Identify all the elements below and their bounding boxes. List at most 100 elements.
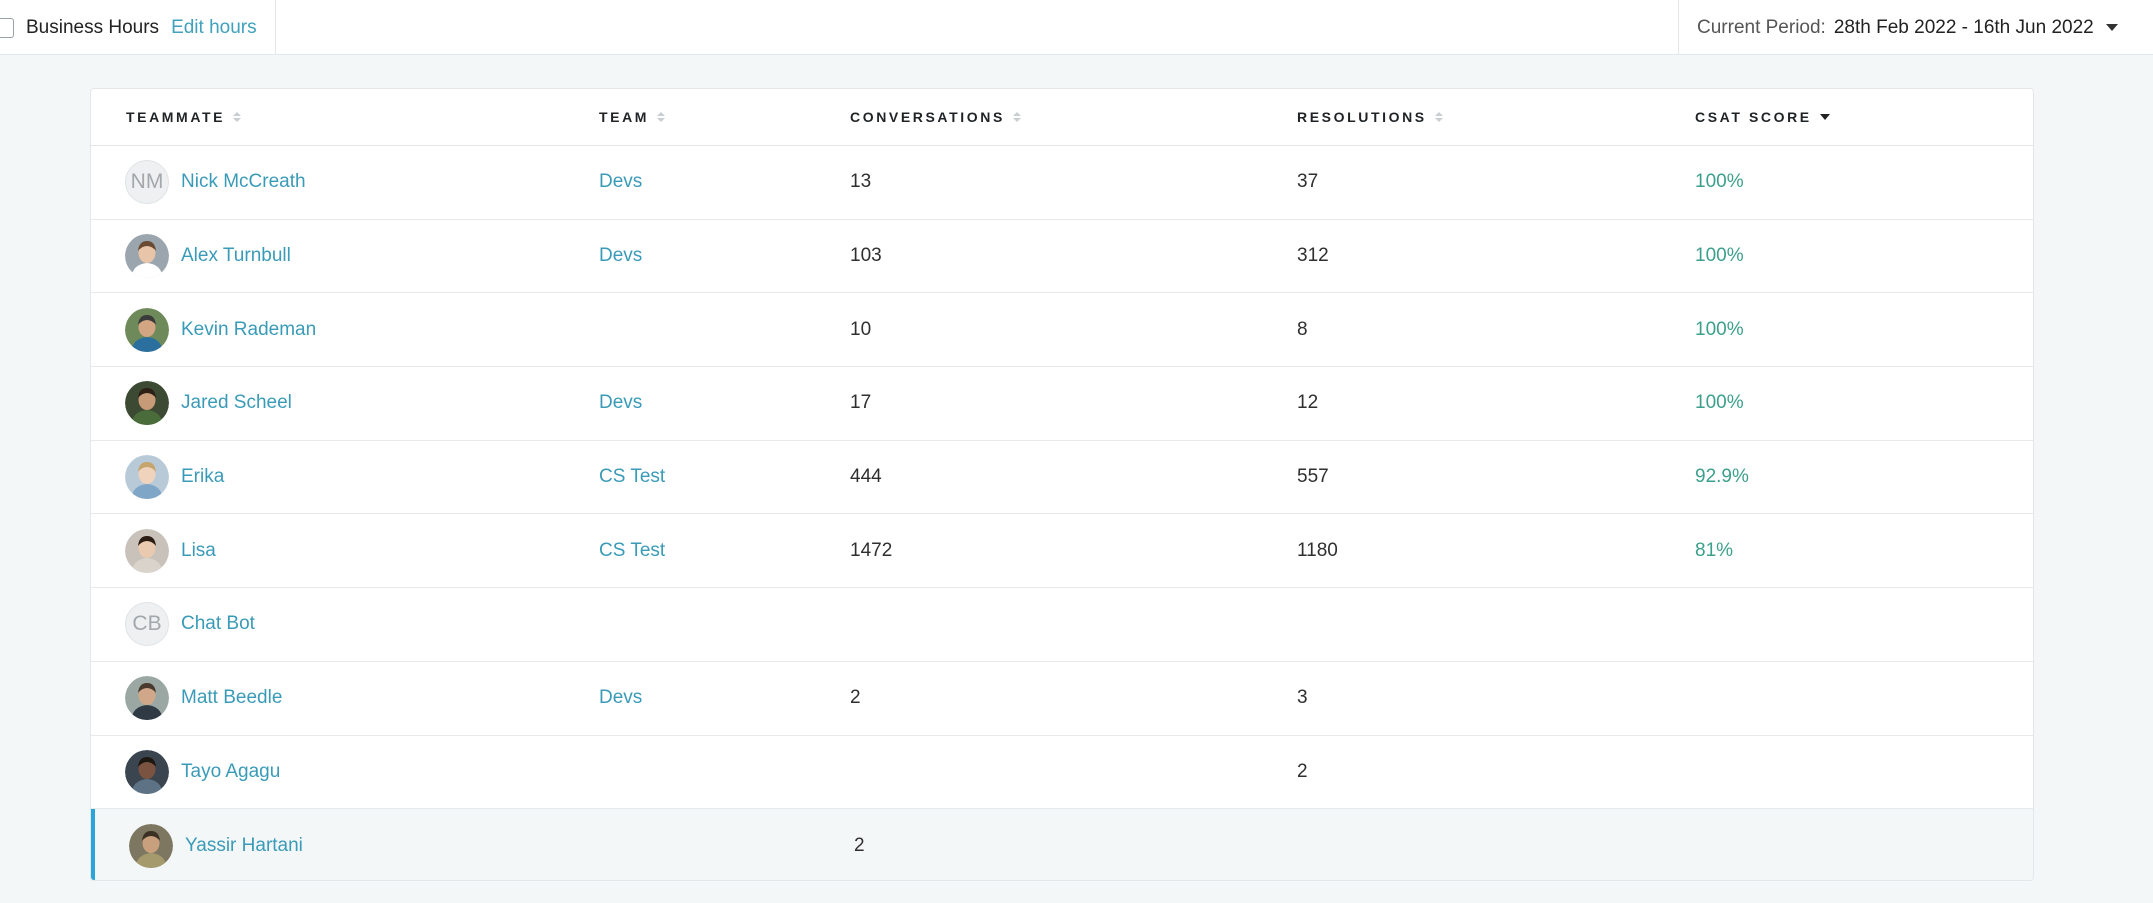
business-hours-label: Business Hours: [26, 16, 160, 38]
conversations-count: 2: [850, 687, 861, 709]
table-row[interactable]: Lisa CS Test 1472 1180 81%: [91, 514, 2033, 589]
column-header-label: TEAMMATE: [126, 109, 226, 125]
table-header: TEAMMATE TEAM CONVERSATIONS RESOLUTIONS …: [91, 89, 2033, 146]
column-header-label: CSAT SCORE: [1695, 109, 1812, 125]
teammates-table: TEAMMATE TEAM CONVERSATIONS RESOLUTIONS …: [90, 88, 2034, 881]
conversations-cell: 2: [850, 662, 861, 735]
resolutions-cell: 2: [1297, 736, 1308, 809]
column-header-team[interactable]: TEAM: [599, 89, 666, 145]
team-link[interactable]: Devs: [599, 392, 642, 414]
business-hours-filter: Business Hours Edit hours: [0, 0, 276, 55]
conversations-count: 10: [850, 318, 872, 340]
avatar-photo: [125, 381, 169, 426]
teammate-name[interactable]: Lisa: [181, 540, 216, 562]
conversations-count: 2: [854, 834, 865, 856]
conversations-count: 1472: [850, 539, 893, 561]
teammate-cell: Yassir Hartani: [129, 809, 303, 880]
table-row[interactable]: Matt Beedle Devs 2 3: [91, 662, 2033, 736]
sort-icon: [1434, 112, 1443, 122]
csat-cell: 100%: [1695, 367, 1744, 440]
table-row-selected[interactable]: Yassir Hartani 2: [91, 809, 2033, 880]
resolutions-count: 3: [1297, 687, 1308, 709]
column-header-label: RESOLUTIONS: [1297, 109, 1427, 125]
teammate-name[interactable]: Alex Turnbull: [181, 245, 291, 267]
teammate-name[interactable]: Jared Scheel: [181, 392, 292, 414]
teammate-name[interactable]: Tayo Agagu: [181, 761, 280, 783]
teammate-name[interactable]: Yassir Hartani: [185, 835, 303, 857]
avatar-photo: [125, 234, 169, 279]
csat-score: 92.9%: [1695, 466, 1749, 488]
teammate-cell: NM Nick McCreath: [125, 146, 306, 219]
csat-score: 100%: [1695, 171, 1744, 193]
csat-score: 81%: [1695, 539, 1734, 561]
table-row[interactable]: Jared Scheel Devs 17 12 100%: [91, 367, 2033, 441]
sort-icon: [233, 112, 242, 122]
period-selector[interactable]: Current Period: 28th Feb 2022 - 16th Jun…: [1678, 0, 2153, 55]
team-link[interactable]: CS Test: [599, 540, 665, 562]
csat-score: 100%: [1695, 245, 1744, 267]
avatar-photo: [125, 676, 169, 721]
conversations-count: 444: [850, 466, 882, 488]
avatar-initials: CB: [125, 602, 169, 647]
period-label: Current Period:: [1697, 16, 1826, 38]
resolutions-count: 557: [1297, 466, 1329, 488]
avatar-photo: [125, 749, 169, 794]
teammate-name[interactable]: Matt Beedle: [181, 687, 282, 709]
teammate-cell: Matt Beedle: [125, 662, 282, 735]
csat-cell: 81%: [1695, 514, 1733, 587]
period-value: 28th Feb 2022 - 16th Jun 2022: [1833, 16, 2094, 38]
resolutions-count: 37: [1297, 171, 1319, 193]
avatar-photo: [129, 823, 173, 868]
teammate-name[interactable]: Kevin Rademan: [181, 319, 316, 341]
teammate-cell: Jared Scheel: [125, 367, 292, 440]
team-link[interactable]: CS Test: [599, 466, 665, 488]
column-header-teammate[interactable]: TEAMMATE: [126, 89, 242, 145]
table-row[interactable]: CB Chat Bot: [91, 588, 2033, 662]
conversations-cell: 13: [850, 146, 871, 219]
resolutions-cell: 557: [1297, 441, 1329, 514]
team-cell: CS Test: [599, 441, 665, 514]
teammate-cell: Lisa: [125, 514, 216, 587]
team-cell: Devs: [599, 662, 642, 735]
teammate-cell: Alex Turnbull: [125, 220, 291, 293]
sort-icon: [657, 112, 666, 122]
column-header-conversations[interactable]: CONVERSATIONS: [850, 89, 1021, 145]
teammate-name[interactable]: Chat Bot: [181, 613, 255, 635]
csat-cell: 100%: [1695, 146, 1744, 219]
teammate-cell: Erika: [125, 441, 224, 514]
team-cell: Devs: [599, 367, 642, 440]
business-hours-checkbox[interactable]: [0, 17, 14, 38]
team-link[interactable]: Devs: [599, 171, 642, 193]
conversations-cell: 17: [850, 367, 871, 440]
resolutions-cell: 37: [1297, 146, 1318, 219]
team-cell: Devs: [599, 146, 642, 219]
table-row[interactable]: Erika CS Test 444 557 92.9%: [91, 441, 2033, 515]
resolutions-cell: 312: [1297, 220, 1329, 293]
conversations-count: 103: [850, 245, 882, 267]
teammate-cell: Kevin Rademan: [125, 293, 316, 366]
conversations-count: 17: [850, 392, 872, 414]
resolutions-count: 2: [1297, 760, 1308, 782]
edit-hours-link[interactable]: Edit hours: [171, 17, 257, 39]
table-row[interactable]: Kevin Rademan 10 8 100%: [91, 293, 2033, 368]
teammate-cell: CB Chat Bot: [125, 588, 255, 661]
table-row[interactable]: NM Nick McCreath Devs 13 37 100%: [91, 146, 2033, 220]
column-header-csat[interactable]: CSAT SCORE: [1695, 89, 1830, 145]
sort-icon: [1012, 112, 1021, 122]
team-link[interactable]: Devs: [599, 687, 642, 709]
table-row[interactable]: Alex Turnbull Devs 103 312 100%: [91, 220, 2033, 294]
csat-cell: 100%: [1695, 220, 1744, 293]
teammate-name[interactable]: Nick McCreath: [181, 171, 306, 193]
column-header-label: CONVERSATIONS: [850, 109, 1005, 125]
resolutions-count: 1180: [1297, 539, 1338, 561]
sort-desc-icon: [1819, 114, 1830, 120]
team-link[interactable]: Devs: [599, 245, 642, 267]
table-row[interactable]: Tayo Agagu 2: [91, 736, 2033, 810]
csat-cell: 92.9%: [1695, 441, 1749, 514]
column-header-resolutions[interactable]: RESOLUTIONS: [1297, 89, 1443, 145]
conversations-cell: 103: [850, 220, 882, 293]
conversations-cell: 2: [854, 809, 865, 880]
teammate-cell: Tayo Agagu: [125, 736, 280, 809]
teammate-name[interactable]: Erika: [181, 466, 224, 488]
conversations-cell: 10: [850, 293, 871, 366]
